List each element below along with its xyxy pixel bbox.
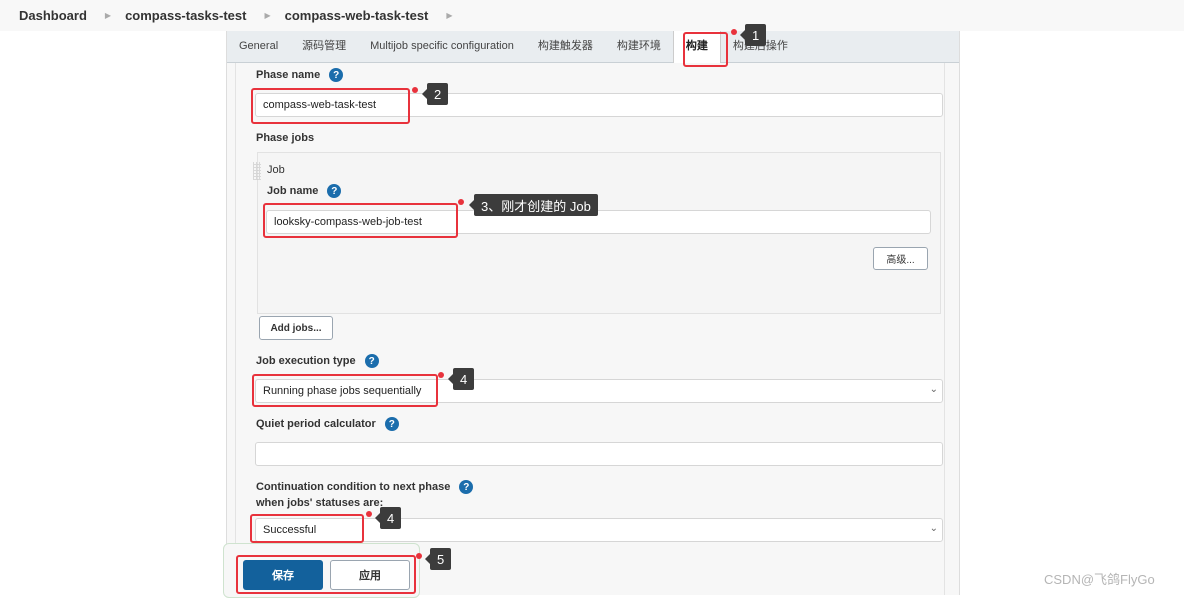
chevron-right-icon: ▶	[264, 11, 271, 20]
annotation-badge-1: 1	[739, 24, 767, 46]
phase-jobs-label-text: Phase jobs	[256, 132, 315, 144]
help-icon[interactable]: ?	[459, 480, 474, 494]
phase-name-input[interactable]: compass-web-task-test	[255, 93, 943, 117]
help-icon[interactable]: ?	[327, 184, 342, 198]
annotation-dot	[731, 29, 737, 35]
help-icon[interactable]: ?	[329, 68, 344, 82]
tab-general[interactable]: General	[227, 31, 290, 62]
annotation-badge-5: 5	[424, 548, 452, 570]
tab-source-control[interactable]: 源码管理	[290, 31, 358, 62]
quiet-period-label-text: Quiet period calculator	[256, 418, 376, 430]
annotation-badge-2: 2	[421, 83, 449, 105]
continuation-sublabel: when jobs' statuses are:	[256, 497, 383, 509]
apply-button[interactable]: 应用	[330, 560, 410, 590]
execution-type-select[interactable]: Running phase jobs sequentially ⌄	[255, 379, 943, 403]
continuation-label: Continuation condition to next phase ?	[256, 480, 474, 494]
chevron-down-icon: ⌄	[929, 384, 938, 395]
job-header: Job	[267, 164, 285, 176]
watermark: CSDN@飞鸽FlyGo	[1044, 572, 1155, 587]
help-icon[interactable]: ?	[364, 354, 379, 368]
job-name-value: looksky-compass-web-job-test	[274, 216, 422, 228]
continuation-select[interactable]: Successful ⌄	[255, 518, 943, 542]
drag-handle-icon[interactable]	[253, 162, 261, 180]
execution-type-label-text: Job execution type	[256, 355, 356, 367]
continuation-sublabel-text: when jobs' statuses are:	[256, 497, 384, 509]
phase-name-label-text: Phase name	[256, 69, 321, 81]
config-tabs: General 源码管理 Multijob specific configura…	[227, 31, 959, 63]
breadcrumb: Dashboard ▶ compass-tasks-test ▶ compass…	[0, 0, 1184, 31]
tab-multijob-config[interactable]: Multijob specific configuration	[358, 31, 526, 62]
annotation-dot	[366, 511, 372, 517]
breadcrumb-job[interactable]: compass-web-task-test	[285, 8, 429, 23]
save-button[interactable]: 保存	[243, 560, 323, 590]
annotation-dot	[412, 87, 418, 93]
execution-type-value: Running phase jobs sequentially	[263, 385, 422, 397]
execution-type-label: Job execution type ?	[256, 354, 379, 368]
continuation-label-text: Continuation condition to next phase	[256, 481, 451, 493]
breadcrumb-dashboard[interactable]: Dashboard	[19, 8, 87, 23]
job-name-label-text: Job name	[267, 185, 319, 197]
annotation-badge-4b: 4	[374, 507, 402, 529]
chevron-right-icon[interactable]: ▶	[446, 11, 452, 20]
phase-name-value: compass-web-task-test	[263, 99, 377, 111]
phase-section	[235, 63, 945, 595]
tab-build-environment[interactable]: 构建环境	[605, 31, 673, 62]
quiet-period-input[interactable]	[255, 442, 943, 466]
phase-name-label: Phase name ?	[256, 68, 344, 82]
tab-build-triggers[interactable]: 构建触发器	[526, 31, 605, 62]
chevron-down-icon: ⌄	[929, 523, 938, 534]
continuation-value: Successful	[263, 524, 317, 536]
add-jobs-button[interactable]: Add jobs...	[259, 316, 333, 340]
phase-jobs-label: Phase jobs	[256, 132, 314, 144]
annotation-badge-3: 3、刚才创建的 Job	[469, 194, 598, 216]
help-icon[interactable]: ?	[384, 417, 399, 431]
advanced-button[interactable]: 高级...	[873, 247, 928, 270]
breadcrumb-folder[interactable]: compass-tasks-test	[125, 8, 246, 23]
quiet-period-label: Quiet period calculator ?	[256, 417, 399, 431]
job-name-input[interactable]: looksky-compass-web-job-test	[266, 210, 931, 234]
tab-build[interactable]: 构建	[672, 31, 721, 63]
annotation-badge-4a: 4	[447, 368, 475, 390]
annotation-dot	[438, 372, 444, 378]
annotation-dot	[416, 553, 422, 559]
job-name-label: Job name ?	[267, 184, 342, 198]
annotation-dot	[458, 199, 464, 205]
chevron-right-icon: ▶	[104, 11, 112, 20]
